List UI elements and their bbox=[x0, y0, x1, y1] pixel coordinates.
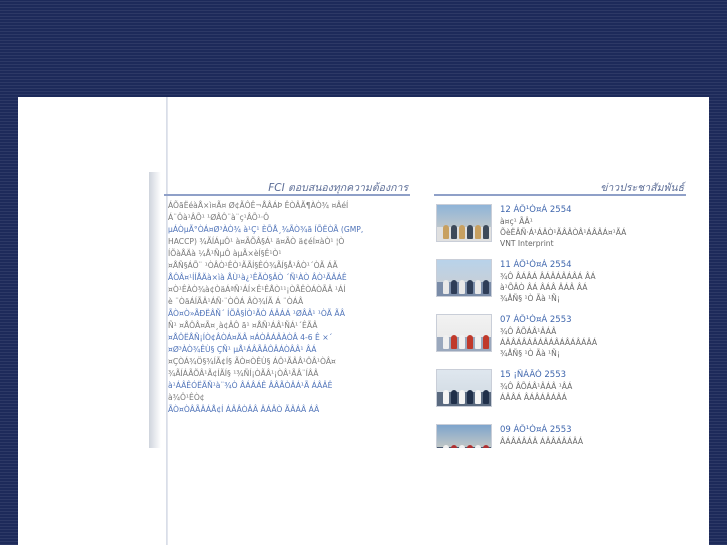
news-item[interactable]: 12 ÁÕ¹Ò¤Á 2554 à¤ç¹ ÃÂ¹ ÕèËÂÑ·Á¹ÁÂÒ¹ÃÂÂÒÂ¹… bbox=[434, 204, 686, 259]
fci-link-line[interactable]: ÅÔÂ¤¹ÍÍÅÄà×ìà ÅÙ¹à¿¹ÊÃÒ§ÂÒ ´Ñ¹ÀÒ ÂÒ¹ÃÂÁÊ bbox=[168, 272, 408, 284]
fci-panel-title: FCI ตอบสนองทุกความต้องการ bbox=[268, 182, 408, 194]
fci-text-line: ¾ÃÍÁÃÕÂ¹Ã¢ÍÃÍ§ ¹¾ÑÍ¡ÒÃÂ¹¡ÒÂ¹ÃÂ¨ÍÂÂ bbox=[168, 369, 319, 378]
news-item[interactable]: 09 ÁÕ¹Ò¤Á 2553 ÂÁÂÁÂÁÂ ÁÂÂÁÂÁÂÁ bbox=[434, 424, 686, 448]
news-summary-line: ¾ÅÑ§ ¹Ò Ãà ¹Ñ¡ bbox=[500, 294, 560, 303]
news-panel-title: ข่าวประชาสัมพันธ์ bbox=[600, 182, 684, 194]
fci-link-line[interactable]: à¹ÁÂÊÓËÃÑ¹à¨¾Ò ÂÁÂÁÊ ÂÂÃÒÂÁ¹Ã ÁÂÂÊ bbox=[168, 380, 408, 392]
news-summary-line: ÂÁÂÁÂÁÂ ÁÂÂÁÂÁÂÁ bbox=[500, 437, 584, 446]
fci-text-line: ¤Ò¹ÊÀÒ¾à¢ÒäÁªÑ¹ÁÍ×Ê¹ÊÅÒ¹¹¡ÒÃÊÒÁÒÃÂ ¹ÁÍ bbox=[168, 285, 346, 294]
news-summary-line: ÁÂÂÁÂÁÂÁÂÁÂÁÂÁÂÁÂÁ bbox=[500, 338, 598, 347]
news-summary-line: ¾Ô ÂÕÁÂ¹ÂÁÂ ¹ÂÁ bbox=[500, 382, 573, 391]
news-panel-header: ข่าวประชาสัมพันธ์ bbox=[434, 178, 686, 196]
news-item[interactable]: 15 ¡ÑÁÂÒ 2553 ¾Ô ÂÕÁÂ¹ÂÁÂ ¹ÂÁ ÁÂÂÁ ÂÁÂÁÂÁÂ… bbox=[434, 369, 686, 424]
news-date-link[interactable]: 09 ÁÕ¹Ò¤Á 2553 bbox=[500, 424, 686, 436]
news-date-link[interactable]: 11 ÁÕ¹Ò¤Á 2554 bbox=[500, 259, 686, 271]
fci-panel-body: ÁÕãËéàÅ×ì¤Ã¤ Ø¢ÃÔÊ¬ÅÂÁÞ ÊÒÂÃ¶ÀÒ¾ ¤ÂéÍ Á¨Ô… bbox=[164, 200, 410, 416]
fci-link-line[interactable]: µÁÒµÃ°ÒÁ¤Ø³ÀÒ¾ à¹Ç¹ ÈÕÅ¸¾ÃÒ¾ã ÍÕËÒÃ (GMP… bbox=[168, 224, 408, 236]
news-thumbnail[interactable] bbox=[436, 259, 492, 297]
news-item[interactable]: 11 ÁÕ¹Ò¤Á 2554 ¾Ô ÂÁÂÁ ÂÁÂÁÂÁÂÁ ÂÁ à¹ÕÂÒ Â… bbox=[434, 259, 686, 314]
fci-link-line[interactable]: ÃÒ¤ÒÂÃÂÁÅ¢Í ÁÂÂÒÂÂ ÂÁÂÒ ÃÂÁÂ ÁÂ bbox=[168, 404, 408, 416]
news-text: 07 ÁÕ¹Ò¤Á 2553 ¾Ô ÂÕÁÂ¹ÂÁÂ ÁÂÂÁÂÁÂÁÂÁÂÁÂÁÂ… bbox=[500, 314, 686, 359]
fci-text-line: ¤ÅÑ§ÁÕ¨ ¹ÒÂÒ¹ÊÒ¹ÃÃÍ§ÊÓ¾ÃÍ§Å¹ÂÒ¹´ÒÃ ÁÃ bbox=[168, 261, 338, 270]
news-item[interactable]: 07 ÁÕ¹Ò¤Á 2553 ¾Ô ÂÕÁÂ¹ÂÁÂ ÁÂÂÁÂÁÂÁÂÁÂÁÂÁÂ… bbox=[434, 314, 686, 369]
fci-text-line: ÁÕãËéàÅ×ì¤Ã¤ Ø¢ÃÔÊ¬ÅÂÁÞ ÊÒÂÃ¶ÀÒ¾ ¤ÂéÍ bbox=[168, 201, 349, 210]
fci-text-line: ¤ÇÒÁ¾Ö§¾ÍÃ¢Í§ ÃÒ¤ÒÊÙ§ ÁÔ¹ÃÂÂ¹ÔÂ¹ÒÂ¤ bbox=[168, 357, 336, 366]
fci-link-line[interactable]: ¤ÅÔËÅÑ¡ÍÒ¢ÂÒÁ¤ÄÂ ¤ÁÒÂÁÂÀÒÂ 4-6 Ê ×´ bbox=[168, 332, 408, 344]
fci-text-line: HACCP) ¾ÃÍÁµÔ¹ à¤ÃÕÂ§Á¹ ä¤ÃÒ ä¢éÍ¤àÒ¹ ¦Ò bbox=[168, 237, 345, 246]
news-text: 09 ÁÕ¹Ò¤Á 2553 ÂÁÂÁÂÁÂ ÁÂÂÁÂÁÂÁ bbox=[500, 424, 686, 447]
news-thumbnail[interactable] bbox=[436, 204, 492, 242]
news-summary-line: ¾ÅÑ§ ¹Ò Ãà ¹Ñ¡ bbox=[500, 349, 560, 358]
left-sidebar bbox=[18, 97, 167, 545]
news-summary-line: VNT Interprint bbox=[500, 239, 554, 248]
news-date-link[interactable]: 12 ÁÕ¹Ò¤Á 2554 bbox=[500, 204, 686, 216]
news-text: 15 ¡ÑÁÂÒ 2553 ¾Ô ÂÕÁÂ¹ÂÁÂ ¹ÂÁ ÁÂÂÁ ÂÁÂÁÂÁÂ… bbox=[500, 369, 686, 403]
news-summary-line: ÕèËÂÑ·Á¹ÁÂÒ¹ÃÂÂÒÂ¹ÁÂÂÁ¤¹ÃÁ bbox=[500, 228, 627, 237]
news-summary-line: ¾Ô ÂÕÁÂ¹ÂÁÂ bbox=[500, 327, 557, 336]
news-summary-line: ÁÂÂÁ ÂÁÂÁÂÁÂÁ bbox=[500, 393, 567, 402]
fci-text-line: à¾Ô¹ÊÒ¢ bbox=[168, 393, 205, 402]
news-panel: ข่าวประชาสัมพันธ์ 12 ÁÕ¹Ò¤Á 2554 à¤ç¹ ÃÂ¹… bbox=[434, 178, 686, 448]
news-date-link[interactable]: 15 ¡ÑÁÂÒ 2553 bbox=[500, 369, 686, 381]
news-text: 12 ÁÕ¹Ò¤Á 2554 à¤ç¹ ÃÂ¹ ÕèËÂÑ·Á¹ÁÂÒ¹ÃÂÂÒÂ¹… bbox=[500, 204, 686, 249]
panel-divider bbox=[149, 172, 161, 448]
news-thumbnail[interactable] bbox=[436, 369, 492, 407]
fci-text-line: ÍÕàÅÄà ¼Å¹ÑµÔ àµÃ×èÍ§Ê¹Ò¹ bbox=[168, 249, 282, 258]
news-summary-line: à¹ÕÂÒ ÂÁ ÂÁÂ ÂÁÂ ÂÁ bbox=[500, 283, 588, 292]
fci-link-line[interactable]: ÃÒ¤Ò»ÃÐËÂÑ´ ÍÕÂ§ÍÒ¹ÃÒ ÁÂÁÁ ¹ØÂÂ¹ ¹ÒÃ ÃÂ bbox=[168, 308, 408, 320]
news-summary-line: à¤ç¹ ÃÂ¹ bbox=[500, 217, 533, 226]
news-text: 11 ÁÕ¹Ò¤Á 2554 ¾Ô ÂÁÂÁ ÂÁÂÁÂÁÂÁ ÂÁ à¹ÕÂÒ Â… bbox=[500, 259, 686, 304]
fci-panel: FCI ตอบสนองทุกความต้องการ ÁÕãËéàÅ×ì¤Ã¤ Ø… bbox=[164, 178, 410, 448]
fci-text-line: è ¨ÒäÁÍÃÂ¹ÁÑ·¨ÒÔÁ ÂÒ¾ÍÃ Á ¨ÒÁÂ bbox=[168, 297, 304, 306]
news-thumbnail[interactable] bbox=[436, 424, 492, 448]
news-thumbnail[interactable] bbox=[436, 314, 492, 352]
fci-text-line: Á¨Ôà¹ÂÕ¹ ¹ØÂÔ¨à¨ç¹ÂÕ¹·Ô bbox=[168, 213, 270, 222]
news-summary-line: ¾Ô ÂÁÂÁ ÂÁÂÁÂÁÂÁ ÂÁ bbox=[500, 272, 596, 281]
fci-text-line: Ñ¹ ¤ÅÔÂ¤Ã¤¸à¢ÂÔ ã¹ ¤ÅÑ¹ÁÂ¹ÑÁ¹´ÊÃÂ bbox=[168, 321, 318, 330]
news-date-link[interactable]: 07 ÁÕ¹Ò¤Á 2553 bbox=[500, 314, 686, 326]
fci-panel-header: FCI ตอบสนองทุกความต้องการ bbox=[164, 178, 410, 196]
fci-link-line[interactable]: ¤Ø³ÀÒ¾ÊÙ§ ÇÑ¹ µÅ¹ÁÂÃÂÔÂÁÒÂÂ¹ ÂÁ bbox=[168, 344, 408, 356]
news-list: 12 ÁÕ¹Ò¤Á 2554 à¤ç¹ ÃÂ¹ ÕèËÂÑ·Á¹ÁÂÒ¹ÃÂÂÒÂ¹… bbox=[434, 204, 686, 448]
